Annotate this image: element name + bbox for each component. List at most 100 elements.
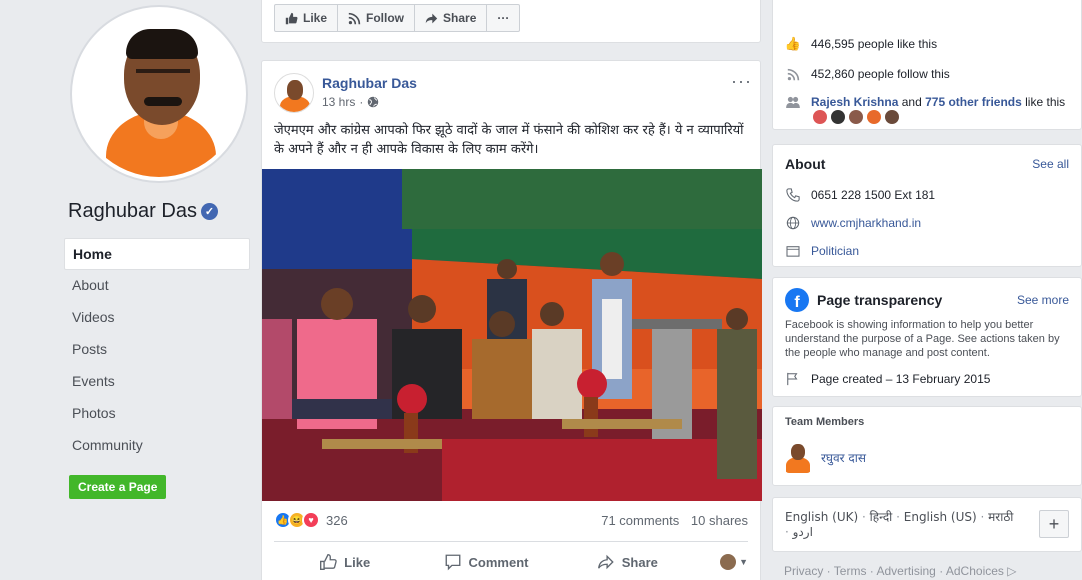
- post-share-label: Share: [621, 554, 658, 570]
- more-options-button[interactable]: ···: [486, 4, 521, 32]
- category-row: Politician: [785, 243, 859, 259]
- and-text: and: [901, 95, 922, 109]
- nav-item-photos[interactable]: Photos: [64, 398, 250, 430]
- follows-count: 452,860 people follow this: [811, 67, 950, 81]
- team-member-row: रघुवर दास: [785, 441, 866, 473]
- phone-number[interactable]: 0651 228 1500 Ext 181: [811, 188, 935, 202]
- language-link[interactable]: English (UK): [785, 510, 858, 524]
- post-author-avatar[interactable]: [274, 73, 314, 113]
- follow-page-button[interactable]: Follow: [337, 4, 416, 32]
- avatar[interactable]: [813, 110, 827, 124]
- post-comment-button[interactable]: Comment: [415, 553, 556, 571]
- category-link[interactable]: Politician: [811, 244, 859, 258]
- footer-link[interactable]: AdChoices: [946, 564, 1004, 578]
- transparency-title: Page transparency: [817, 292, 943, 308]
- footer-link[interactable]: Advertising: [876, 564, 935, 578]
- follow-page-label: Follow: [366, 11, 405, 25]
- avatar[interactable]: [867, 110, 881, 124]
- post-like-label: Like: [344, 554, 371, 570]
- post-action-bar: Like Comment Share ▼: [274, 549, 748, 575]
- page-nav: Home About Videos Posts Events Photos Co…: [64, 238, 250, 462]
- avatar[interactable]: [831, 110, 845, 124]
- share-outline-icon: [597, 554, 614, 570]
- post-options-icon[interactable]: ···: [731, 71, 752, 92]
- language-link[interactable]: मराठी: [988, 510, 1013, 524]
- post-comment-label: Comment: [468, 554, 529, 570]
- website-link[interactable]: www.cmjharkhand.in: [811, 216, 921, 230]
- post-stats: 71 comments 10 shares: [593, 513, 748, 528]
- avatar[interactable]: [785, 441, 811, 473]
- post-timestamp: 13 hrs ·: [322, 95, 379, 109]
- nav-item-videos[interactable]: Videos: [64, 302, 250, 334]
- reactions-summary[interactable]: 👍 😆 ♥ 326: [274, 511, 348, 529]
- team-member-name[interactable]: रघुवर दास: [821, 449, 866, 466]
- post-author-name[interactable]: Raghubar Das: [322, 75, 417, 91]
- nav-item-home[interactable]: Home: [64, 238, 250, 270]
- post-share-button[interactable]: Share: [557, 553, 698, 571]
- nav-item-community[interactable]: Community: [64, 430, 250, 462]
- share-page-label: Share: [443, 11, 477, 25]
- language-list: English (UK) · हिन्दी · English (US) · म…: [785, 510, 1014, 539]
- rss-icon: [348, 12, 361, 24]
- transparency-description: Facebook is showing information to help …: [785, 319, 1060, 359]
- footer-link[interactable]: Terms: [834, 564, 867, 578]
- footer-link[interactable]: Privacy: [784, 564, 823, 578]
- transparency-header: f Page transparency: [785, 288, 942, 312]
- other-friends-link[interactable]: 775 other friends: [925, 95, 1022, 109]
- create-page-button[interactable]: Create a Page: [69, 475, 167, 499]
- profile-picture[interactable]: [70, 5, 248, 183]
- friend-avatars: [813, 110, 899, 124]
- people-icon: [785, 94, 801, 110]
- language-link[interactable]: हिन्दी: [870, 510, 893, 524]
- language-card: English (UK) · हिन्दी · English (US) · म…: [772, 497, 1082, 552]
- about-title: About: [785, 156, 826, 172]
- comments-count[interactable]: 71 comments: [601, 513, 679, 528]
- follows-row: 452,860 people follow this: [785, 66, 950, 82]
- team-title: Team Members: [785, 416, 865, 428]
- likes-count: 446,595 people like this: [811, 37, 938, 51]
- nav-item-events[interactable]: Events: [64, 366, 250, 398]
- chevron-down-icon: ▼: [739, 557, 748, 567]
- like-this-text: like this: [1025, 95, 1066, 109]
- more-dots-icon: ···: [497, 11, 510, 25]
- category-icon: [785, 243, 801, 259]
- phone-icon: [785, 187, 801, 203]
- adchoices-icon: ▷: [1007, 564, 1017, 578]
- share-page-button[interactable]: Share: [414, 4, 488, 32]
- love-reaction-icon: ♥: [302, 511, 320, 529]
- shares-count[interactable]: 10 shares: [691, 513, 748, 528]
- team-members-card: Team Members रघुवर दास: [772, 406, 1082, 486]
- add-language-button[interactable]: +: [1039, 510, 1069, 538]
- post-text: जेएमएम और कांग्रेस आपको फिर झूठे वादों क…: [274, 123, 744, 157]
- like-page-button[interactable]: Like: [274, 4, 339, 32]
- post-like-button[interactable]: Like: [274, 553, 415, 571]
- post-time-text[interactable]: 13 hrs: [322, 95, 355, 109]
- page-title[interactable]: Raghubar Das ✓: [68, 200, 218, 223]
- friend-link[interactable]: Rajesh Krishna: [811, 95, 898, 109]
- website-row: www.cmjharkhand.in: [785, 215, 921, 231]
- page-created-text: Page created – 13 February 2015: [811, 372, 991, 386]
- rss-icon: [785, 66, 801, 82]
- see-all-link[interactable]: See all: [1032, 157, 1069, 171]
- nav-item-posts[interactable]: Posts: [64, 334, 250, 366]
- community-card: 👍 446,595 people like this 452,860 peopl…: [772, 0, 1082, 130]
- nav-item-about[interactable]: About: [64, 270, 250, 302]
- avatar[interactable]: [885, 110, 899, 124]
- avatar[interactable]: [849, 110, 863, 124]
- comment-bubble-icon: [445, 554, 460, 571]
- thumbs-up-icon: 👍: [784, 36, 802, 51]
- globe-icon: [785, 215, 801, 231]
- mini-avatar: [720, 554, 737, 570]
- post-photo[interactable]: [262, 169, 762, 501]
- transparency-card: f Page transparency See more Facebook is…: [772, 277, 1082, 397]
- page-actions-bar: Like Follow Share ···: [261, 0, 761, 43]
- globe-icon: [368, 96, 379, 108]
- see-more-link[interactable]: See more: [1017, 293, 1069, 307]
- thumbs-up-icon: [285, 12, 298, 24]
- post-as-selector[interactable]: ▼: [698, 554, 748, 570]
- divider: [274, 541, 748, 542]
- language-link[interactable]: اردو: [793, 525, 813, 539]
- language-link[interactable]: English (US): [904, 510, 977, 524]
- page-title-text[interactable]: Raghubar Das: [68, 200, 197, 223]
- phone-row: 0651 228 1500 Ext 181: [785, 187, 935, 203]
